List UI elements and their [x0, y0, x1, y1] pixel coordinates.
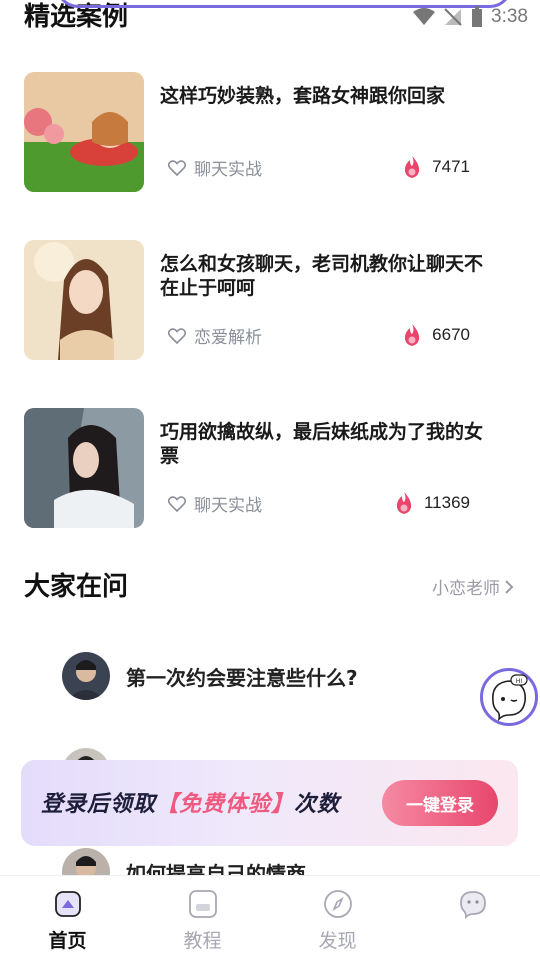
case-item[interactable]: 巧用欲擒故纵，最后妹纸成为了我的女票 聊天实战 11369: [24, 408, 494, 528]
promo-highlight: 【免费体验】: [156, 792, 295, 817]
chat-bubble-icon: [459, 891, 486, 920]
case-thumbnail: [24, 408, 144, 528]
wifi-icon: [413, 8, 436, 25]
case-thumbnail: [24, 240, 144, 360]
teacher-more-link[interactable]: 小恋老师: [432, 574, 514, 599]
book-icon: [188, 890, 217, 918]
case-tag: 聊天实战: [168, 155, 262, 180]
case-count: 11369: [423, 493, 470, 512]
case-title: 这样巧妙装熟，套路女神跟你回家: [160, 85, 446, 107]
case-hot-count: 11369: [394, 492, 470, 514]
case-tag: 聊天实战: [168, 491, 262, 516]
case-tag-label: 聊天实战: [194, 160, 262, 180]
avatar: [62, 848, 110, 875]
case-thumbnail: [24, 72, 144, 192]
promo-text: 登录后领取【免费体验】次数: [41, 786, 340, 818]
tab-tutorial[interactable]: 教程: [135, 876, 270, 960]
status-icons: 3:38: [413, 6, 528, 28]
questions-title-text: 大家在问: [24, 572, 129, 602]
heart-outline-icon: [168, 327, 186, 344]
floating-assistant-button[interactable]: HI: [480, 668, 538, 726]
tab-chat[interactable]: [405, 876, 540, 960]
case-hot-count: 7471: [402, 156, 470, 178]
chat-bot-icon: HI: [492, 674, 528, 722]
case-hot-count: 6670: [402, 324, 470, 346]
chevron-right-icon: [505, 579, 514, 594]
tab-discover-label: 发现: [318, 930, 357, 952]
tab-home[interactable]: 首页: [0, 876, 135, 960]
bot-badge: HI: [516, 678, 523, 685]
bottom-nav: 首页 教程 发现: [0, 875, 540, 960]
case-tag: 恋爱解析: [168, 323, 262, 348]
flame-icon: [405, 156, 420, 178]
flame-icon: [396, 492, 412, 514]
questions-section-title: 大家在问: [24, 566, 128, 603]
question-item[interactable]: 第一次约会要注意些什么?: [62, 652, 358, 700]
case-count: 6670: [432, 325, 470, 344]
case-count: 7471: [432, 157, 470, 176]
home-icon: [54, 891, 81, 917]
battery-icon: [472, 6, 483, 27]
question-item[interactable]: 如何提高自己的情商: [62, 848, 306, 875]
home-scroll[interactable]: 精选案例 这样巧妙装熟，套路女神跟你回家 聊天实战 7471 怎么和女孩聊天，老…: [0, 0, 540, 875]
case-tag-label: 恋爱解析: [194, 328, 262, 348]
heart-outline-icon: [168, 159, 186, 176]
question-text: 如何提高自己的情商: [126, 861, 306, 876]
promo-suffix: 次数: [294, 792, 341, 817]
tab-tutorial-label: 教程: [183, 930, 222, 952]
tab-home-label: 首页: [48, 930, 87, 952]
tab-discover[interactable]: 发现: [270, 876, 405, 960]
status-time: 3:38: [491, 6, 528, 27]
compass-icon: [323, 890, 352, 918]
login-promo-banner[interactable]: 登录后领取【免费体验】次数 一键登录: [21, 760, 518, 846]
promo-prefix: 登录后领取: [41, 792, 157, 817]
heart-outline-icon: [168, 495, 186, 512]
flame-icon: [405, 324, 420, 346]
case-item[interactable]: 这样巧妙装熟，套路女神跟你回家 聊天实战 7471: [24, 72, 494, 192]
one-click-login-button[interactable]: 一键登录: [382, 780, 498, 826]
no-signal-icon: [444, 8, 462, 26]
case-title: 怎么和女孩聊天，老司机教你让聊天不在止于呵呵: [160, 253, 484, 299]
question-text: 第一次约会要注意些什么?: [126, 665, 358, 690]
teacher-more-label: 小恋老师: [432, 579, 500, 599]
avatar: [62, 652, 110, 700]
status-bar: 3:38: [0, 0, 540, 36]
case-title: 巧用欲擒故纵，最后妹纸成为了我的女票: [160, 421, 484, 467]
case-item[interactable]: 怎么和女孩聊天，老司机教你让聊天不在止于呵呵 恋爱解析 6670: [24, 240, 494, 360]
case-tag-label: 聊天实战: [194, 496, 262, 516]
